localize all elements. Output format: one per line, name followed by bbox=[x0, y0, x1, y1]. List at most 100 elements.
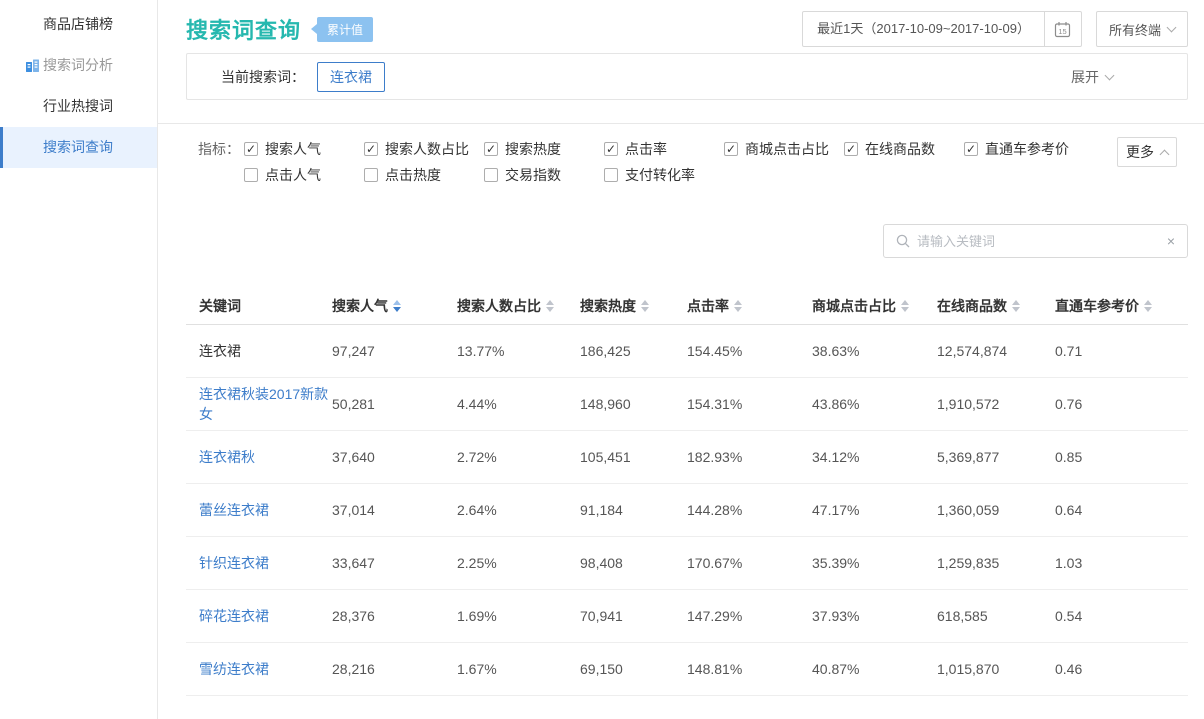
column-header-0: 关键词 bbox=[186, 288, 332, 324]
cell-value: 13.77% bbox=[457, 324, 580, 377]
column-header-wrap: 点击率 bbox=[687, 296, 742, 316]
checkbox-checked-icon[interactable]: ✓ bbox=[484, 142, 498, 156]
current-search-panel: 当前搜索词： 连衣裙 展开 bbox=[186, 53, 1188, 100]
sidebar-item-industry-hot-words[interactable]: 行业热搜词 bbox=[0, 86, 157, 127]
search-icon bbox=[896, 234, 910, 248]
expand-toggle[interactable]: 展开 bbox=[1071, 67, 1113, 87]
table-row: 蕾丝连衣裙37,0142.64%91,184144.28%47.17%1,360… bbox=[186, 483, 1188, 536]
more-button[interactable]: 更多 bbox=[1117, 137, 1177, 167]
column-header-label: 关键词 bbox=[199, 296, 241, 316]
checkbox-checked-icon[interactable]: ✓ bbox=[724, 142, 738, 156]
checkbox-unchecked-icon[interactable] bbox=[604, 168, 618, 182]
metric-checkbox-row2-3[interactable]: 支付转化率 bbox=[604, 162, 724, 188]
date-range-picker[interactable]: 最近1天（2017-10-09~2017-10-09） 15 bbox=[802, 11, 1082, 47]
keyword-link[interactable]: 连衣裙秋 bbox=[186, 430, 332, 483]
metric-checkbox-row1-6[interactable]: ✓ 直通车参考价 bbox=[964, 136, 1084, 162]
table-row: 连衣裙97,24713.77%186,425154.45%38.63%12,57… bbox=[186, 324, 1188, 377]
chevron-up-icon bbox=[1160, 149, 1170, 159]
metric-checkbox-row1-5[interactable]: ✓ 在线商品数 bbox=[844, 136, 964, 162]
sort-icon[interactable] bbox=[1144, 300, 1152, 312]
cell-value: 0.71 bbox=[1055, 324, 1188, 377]
sort-icon[interactable] bbox=[1012, 300, 1020, 312]
cell-value: 1.67% bbox=[457, 642, 580, 695]
date-range-text: 最近1天（2017-10-09~2017-10-09） bbox=[803, 12, 1044, 46]
cell-value: 0.76 bbox=[1055, 377, 1188, 430]
metric-label: 搜索热度 bbox=[505, 139, 561, 159]
keyword-text: 连衣裙 bbox=[186, 324, 332, 377]
keyword-link[interactable]: 针织连衣裙 bbox=[186, 536, 332, 589]
section-divider bbox=[158, 123, 1204, 124]
column-header-3[interactable]: 搜索热度 bbox=[580, 288, 687, 324]
keywords-table: 关键词 搜索人气 搜索人数占比搜索热度点击率 商城点击占比在线商品数直通车参考价 连衣… bbox=[186, 288, 1188, 696]
metric-checkbox-row1-1[interactable]: ✓ 搜索人数占比 bbox=[364, 136, 484, 162]
cell-value: 5,369,877 bbox=[937, 430, 1055, 483]
checkbox-checked-icon[interactable]: ✓ bbox=[964, 142, 978, 156]
metric-checkbox-row1-2[interactable]: ✓ 搜索热度 bbox=[484, 136, 604, 162]
checkbox-unchecked-icon[interactable] bbox=[244, 168, 258, 182]
column-header-label: 直通车参考价 bbox=[1055, 296, 1139, 316]
column-header-label: 搜索人气 bbox=[332, 296, 388, 316]
metric-checkbox-row1-3[interactable]: ✓ 点击率 bbox=[604, 136, 724, 162]
sidebar-nav: 商品店铺榜搜索词分析行业热搜词搜索词查询 bbox=[0, 4, 157, 168]
metric-label: 点击率 bbox=[625, 139, 667, 159]
current-keyword-tag[interactable]: 连衣裙 bbox=[317, 62, 385, 92]
column-header-5[interactable]: 商城点击占比 bbox=[812, 288, 937, 324]
keyword-search-input[interactable] bbox=[917, 234, 1167, 249]
clear-icon[interactable]: × bbox=[1167, 234, 1175, 248]
sort-icon[interactable] bbox=[546, 300, 554, 312]
checkbox-checked-icon[interactable]: ✓ bbox=[244, 142, 258, 156]
sidebar-item-search-word-query[interactable]: 搜索词查询 bbox=[0, 127, 157, 168]
cell-value: 170.67% bbox=[687, 536, 812, 589]
metric-label: 交易指数 bbox=[505, 165, 561, 185]
column-header-7[interactable]: 直通车参考价 bbox=[1055, 288, 1188, 324]
cell-value: 37.93% bbox=[812, 589, 937, 642]
column-header-2[interactable]: 搜索人数占比 bbox=[457, 288, 580, 324]
metric-label: 搜索人数占比 bbox=[385, 139, 469, 159]
terminal-select[interactable]: 所有终端 bbox=[1096, 11, 1188, 47]
sort-icon[interactable] bbox=[734, 300, 742, 312]
keyword-link[interactable]: 连衣裙秋装2017新款女 bbox=[186, 377, 332, 430]
checkbox-checked-icon[interactable]: ✓ bbox=[364, 142, 378, 156]
cell-value: 34.12% bbox=[812, 430, 937, 483]
column-header-4[interactable]: 点击率 bbox=[687, 288, 812, 324]
metric-checkbox-row2-1[interactable]: 点击热度 bbox=[364, 162, 484, 188]
cell-value: 1.69% bbox=[457, 589, 580, 642]
metric-checkbox-row2-2[interactable]: 交易指数 bbox=[484, 162, 604, 188]
table-row: 碎花连衣裙28,3761.69%70,941147.29%37.93%618,5… bbox=[186, 589, 1188, 642]
column-header-1[interactable]: 搜索人气 bbox=[332, 288, 457, 324]
metric-checkbox-row1-0[interactable]: ✓搜索人气 bbox=[244, 136, 364, 162]
cell-value: 28,216 bbox=[332, 642, 457, 695]
metrics-label: 指标： bbox=[198, 136, 240, 188]
cell-value: 148,960 bbox=[580, 377, 687, 430]
metric-checkbox-row2-0[interactable]: 点击人气 bbox=[244, 162, 364, 188]
cell-value: 38.63% bbox=[812, 324, 937, 377]
checkbox-checked-icon[interactable]: ✓ bbox=[844, 142, 858, 156]
checkbox-unchecked-icon[interactable] bbox=[484, 168, 498, 182]
sort-icon[interactable] bbox=[641, 300, 649, 312]
metric-label: 在线商品数 bbox=[865, 139, 935, 159]
cell-value: 2.64% bbox=[457, 483, 580, 536]
keyword-link[interactable]: 碎花连衣裙 bbox=[186, 589, 332, 642]
table-row: 连衣裙秋37,6402.72%105,451182.93%34.12%5,369… bbox=[186, 430, 1188, 483]
cell-value: 12,574,874 bbox=[937, 324, 1055, 377]
metrics-grid: ✓搜索人气✓搜索人数占比✓搜索热度✓点击率✓商城点击占比✓在线商品数✓直通车参考… bbox=[244, 136, 1084, 188]
sort-icon[interactable] bbox=[901, 300, 909, 312]
topbar: 搜索词查询 累计值 最近1天（2017-10-09~2017-10-09） 15 bbox=[186, 11, 1188, 47]
sidebar-item-goods-shop-rank[interactable]: 商品店铺榜 bbox=[0, 4, 157, 45]
keyword-link[interactable]: 雪纺连衣裙 bbox=[186, 642, 332, 695]
keyword-link[interactable]: 蕾丝连衣裙 bbox=[186, 483, 332, 536]
checkbox-unchecked-icon[interactable] bbox=[364, 168, 378, 182]
metric-label: 直通车参考价 bbox=[985, 139, 1069, 159]
metric-checkbox-row1-4[interactable]: ✓商城点击占比 bbox=[724, 136, 844, 162]
column-header-6[interactable]: 在线商品数 bbox=[937, 288, 1055, 324]
calendar-icon[interactable]: 15 bbox=[1044, 12, 1081, 46]
sidebar-item-search-word-analysis[interactable]: 搜索词分析 bbox=[0, 45, 157, 86]
cell-value: 618,585 bbox=[937, 589, 1055, 642]
sort-icon[interactable] bbox=[393, 300, 401, 312]
cell-value: 2.25% bbox=[457, 536, 580, 589]
column-header-wrap: 关键词 bbox=[199, 296, 241, 316]
cell-value: 0.54 bbox=[1055, 589, 1188, 642]
cell-value: 147.29% bbox=[687, 589, 812, 642]
checkbox-checked-icon[interactable]: ✓ bbox=[604, 142, 618, 156]
metric-label: 支付转化率 bbox=[625, 165, 695, 185]
